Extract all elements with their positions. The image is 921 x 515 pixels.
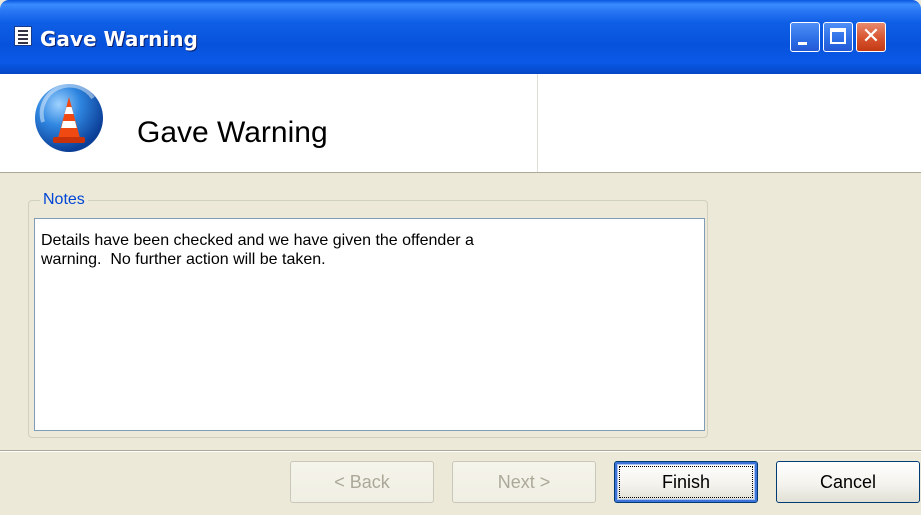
wizard-window: Gave Warning ✕ Gave Warning Notes Detail… bbox=[0, 0, 921, 515]
back-button[interactable]: < Back bbox=[290, 461, 434, 503]
window-menu-icon[interactable] bbox=[14, 26, 32, 46]
close-icon: ✕ bbox=[861, 24, 881, 49]
maximize-button[interactable] bbox=[823, 22, 853, 52]
window-title: Gave Warning bbox=[40, 27, 198, 51]
notes-label: Notes bbox=[40, 191, 88, 209]
minimize-button[interactable] bbox=[790, 22, 820, 52]
traffic-cone-icon bbox=[35, 83, 103, 152]
notes-textarea[interactable]: Details have been checked and we have gi… bbox=[34, 218, 705, 431]
footer-separator-highlight bbox=[0, 451, 921, 452]
cancel-button[interactable]: Cancel bbox=[776, 461, 920, 503]
title-bar[interactable]: Gave Warning ✕ bbox=[0, 0, 921, 74]
close-button[interactable]: ✕ bbox=[856, 22, 886, 52]
header-divider bbox=[537, 74, 538, 172]
minimize-icon bbox=[798, 42, 807, 45]
next-button[interactable]: Next > bbox=[452, 461, 596, 503]
finish-button[interactable]: Finish bbox=[614, 461, 758, 503]
header-title: Gave Warning bbox=[137, 116, 328, 149]
focus-rectangle bbox=[619, 466, 753, 498]
maximize-icon bbox=[830, 28, 846, 44]
wizard-header: Gave Warning bbox=[0, 74, 921, 173]
